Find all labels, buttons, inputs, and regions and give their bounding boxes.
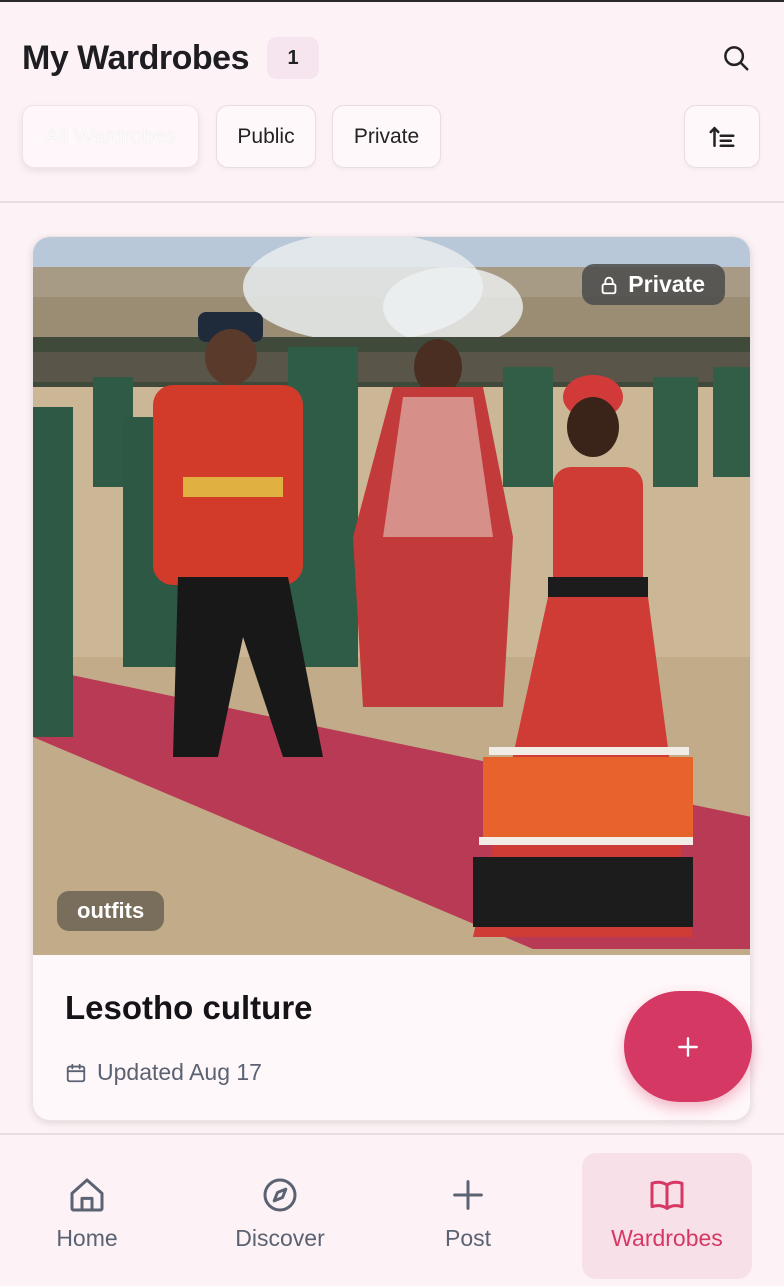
header: My Wardrobes 1 (22, 30, 762, 86)
nav-post-label: Post (444, 1225, 492, 1251)
filter-all-wardrobes[interactable]: All Wardrobes (22, 105, 199, 168)
filter-all-label: All Wardrobes (44, 124, 177, 148)
wardrobe-cover-image (33, 237, 750, 955)
book-icon (650, 1180, 684, 1210)
visibility-badge: Private (582, 264, 725, 305)
updated-meta: Updated Aug 17 (65, 1059, 262, 1086)
nav-home[interactable]: Home (22, 1153, 152, 1279)
lock-icon (601, 276, 617, 294)
plus-icon (678, 1036, 698, 1057)
top-border (0, 0, 784, 2)
filter-private[interactable]: Private (332, 105, 441, 168)
search-button[interactable] (716, 38, 756, 78)
add-wardrobe-button[interactable] (624, 991, 752, 1102)
wardrobe-count-badge: 1 (267, 37, 320, 79)
nav-wardrobes-label: Wardrobes (611, 1225, 723, 1251)
calendar-icon (66, 1063, 86, 1082)
nav-discover-label: Discover (235, 1225, 325, 1251)
wardrobe-title: Lesotho culture (65, 989, 313, 1026)
bottom-nav: Home Discover Post Wardrobes (0, 1133, 784, 1286)
page-title: My Wardrobes (22, 38, 250, 77)
nav-post[interactable]: Post (408, 1153, 528, 1279)
nav-home-label: Home (56, 1225, 118, 1251)
filter-public[interactable]: Public (216, 105, 316, 168)
category-tag: outfits (57, 891, 165, 931)
filter-private-label: Private (353, 124, 420, 148)
plus-icon (453, 1180, 483, 1210)
search-icon (724, 46, 749, 71)
nav-discover[interactable]: Discover (210, 1153, 350, 1279)
wardrobe-card[interactable]: Private outfits Lesotho culture Updated … (32, 236, 751, 1121)
updated-label: Updated Aug 17 (97, 1059, 262, 1085)
nav-wardrobes[interactable]: Wardrobes (582, 1153, 752, 1279)
filter-bar: All Wardrobes Public Private (22, 105, 760, 169)
filter-public-label: Public (237, 124, 295, 148)
compass-icon (263, 1178, 297, 1212)
header-divider (0, 201, 784, 203)
home-icon (70, 1178, 104, 1212)
visibility-label: Private (628, 271, 705, 297)
sort-icon (709, 125, 735, 147)
sort-button[interactable] (684, 105, 760, 168)
